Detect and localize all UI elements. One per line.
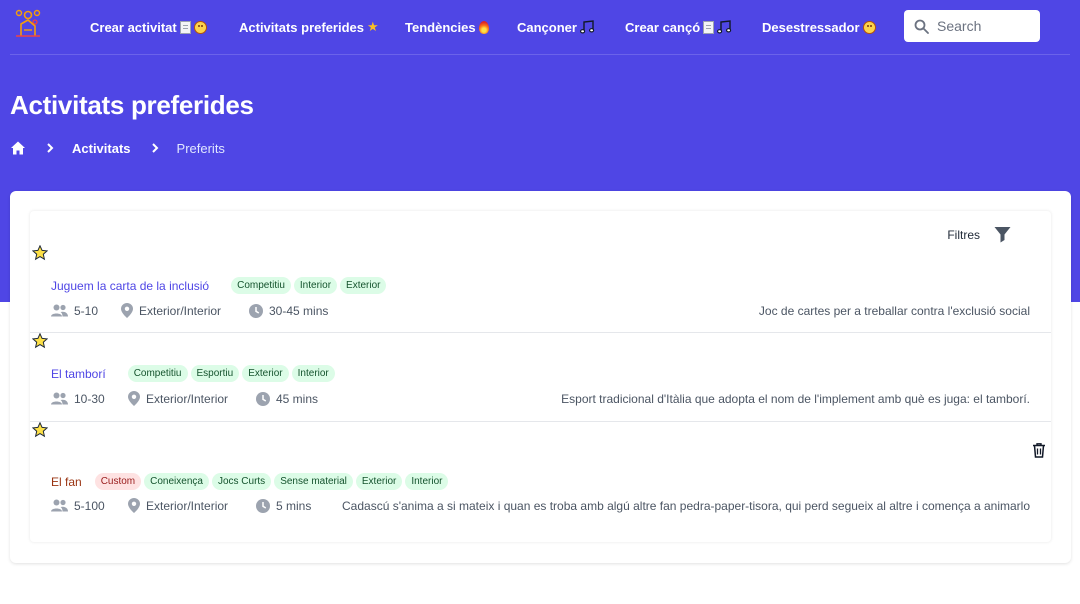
nav-desestressador[interactable]: Desestressador bbox=[762, 17, 876, 37]
chevron-right-icon bbox=[47, 143, 54, 153]
participants-value: 5-10 bbox=[74, 303, 99, 318]
participants-value: 5-100 bbox=[74, 498, 105, 513]
activity-title-line: Juguem la carta de la inclusió Competiti… bbox=[51, 277, 387, 294]
breadcrumb-preferits: Preferits bbox=[176, 140, 225, 156]
top-navbar: Crear activitat Activitats preferides ★ … bbox=[0, 0, 1080, 54]
music-notes-icon bbox=[579, 20, 595, 34]
search-input[interactable] bbox=[937, 18, 1027, 34]
nav-crear-activitat[interactable]: Crear activitat bbox=[90, 17, 207, 37]
star-icon: ★ bbox=[367, 19, 379, 34]
memo-icon bbox=[703, 20, 715, 34]
home-icon[interactable] bbox=[10, 140, 26, 156]
tag: Esportiu bbox=[190, 365, 240, 382]
activity-title-line: El fan Custom Coneixença Jocs Curts Sens… bbox=[51, 473, 449, 490]
activity-meta: 5-10 Exterior/Interior 30-45 mins Joc de… bbox=[51, 303, 1030, 318]
activity-title[interactable]: El fan bbox=[51, 475, 82, 489]
activity-description: Joc de cartes per a treballar contra l'e… bbox=[758, 303, 1030, 318]
search-box[interactable] bbox=[904, 10, 1040, 42]
duration-value: 5 mins bbox=[276, 498, 312, 513]
location: Exterior/Interior bbox=[121, 303, 249, 318]
tag: Jocs Curts bbox=[211, 473, 272, 490]
tag: Competitiu bbox=[231, 277, 291, 294]
participants-value: 10-30 bbox=[74, 391, 105, 406]
tag-custom: Custom bbox=[94, 473, 142, 490]
tired-face-icon bbox=[862, 20, 876, 34]
activity-description: Esport tradicional d'Itàlia que adopta e… bbox=[561, 391, 1030, 406]
location-value: Exterior/Interior bbox=[146, 498, 229, 513]
chevron-right-icon bbox=[151, 143, 158, 153]
smiley-icon bbox=[193, 20, 207, 34]
duration-value: 30-45 mins bbox=[269, 303, 329, 318]
tag: Competitiu bbox=[127, 365, 188, 382]
nav-activitats-preferides[interactable]: Activitats preferides ★ bbox=[239, 17, 379, 37]
people-icon bbox=[51, 499, 68, 512]
search-icon bbox=[914, 19, 929, 34]
duration: 30-45 mins bbox=[249, 303, 329, 318]
activity-meta: 5-100 Exterior/Interior 5 mins Cadascú s… bbox=[51, 498, 1030, 513]
nav-item-label: Activitats preferides bbox=[239, 19, 364, 35]
tag: Exterior bbox=[355, 473, 403, 490]
nav-divider bbox=[10, 54, 1070, 55]
favorite-star-icon[interactable] bbox=[32, 245, 48, 261]
nav-item-label: Tendències bbox=[405, 19, 476, 35]
tag: Interior bbox=[293, 277, 338, 294]
nav-tendencies[interactable]: Tendències bbox=[405, 17, 489, 37]
participants: 5-100 bbox=[51, 499, 128, 513]
nav-item-label: Crear activitat bbox=[90, 19, 177, 35]
location-value: Exterior/Interior bbox=[146, 391, 229, 406]
breadcrumb-activitats[interactable]: Activitats bbox=[72, 141, 131, 156]
location-value: Exterior/Interior bbox=[139, 303, 222, 318]
nav-item-label: Desestressador bbox=[762, 19, 860, 35]
page-title: Activitats preferides bbox=[10, 90, 254, 120]
participants: 5-10 bbox=[51, 304, 121, 318]
activity-row: Juguem la carta de la inclusió Competiti… bbox=[30, 211, 1051, 333]
activity-row: El tamborí Competitiu Esportiu Exterior … bbox=[30, 333, 1051, 422]
participants: 10-30 bbox=[51, 392, 128, 406]
tag: Exterior bbox=[340, 277, 387, 294]
location: Exterior/Interior bbox=[128, 498, 256, 513]
tag: Sense material bbox=[274, 473, 353, 490]
tag: Coneixença bbox=[144, 473, 209, 490]
people-icon bbox=[51, 392, 68, 405]
clock-icon bbox=[249, 303, 263, 318]
location-pin-icon bbox=[128, 498, 140, 513]
favorite-star-icon[interactable] bbox=[32, 333, 48, 349]
tag: Interior bbox=[405, 473, 449, 490]
duration-value: 45 mins bbox=[276, 391, 319, 406]
clock-icon bbox=[256, 391, 270, 406]
memo-icon bbox=[179, 20, 191, 34]
tag: Exterior bbox=[242, 365, 289, 382]
activities-list: Filtres Juguem la carta de la inclusió C… bbox=[30, 211, 1051, 542]
location-pin-icon bbox=[121, 303, 133, 318]
duration: 5 mins bbox=[256, 498, 334, 513]
nav-crear-canco[interactable]: Crear cançó bbox=[625, 17, 732, 37]
clock-icon bbox=[256, 498, 270, 513]
activity-title[interactable]: Juguem la carta de la inclusió bbox=[51, 279, 209, 293]
location: Exterior/Interior bbox=[128, 391, 256, 406]
activity-row: El fan Custom Coneixença Jocs Curts Sens… bbox=[30, 422, 1051, 542]
content-panel: Filtres Juguem la carta de la inclusió C… bbox=[10, 191, 1071, 563]
nav-canconer[interactable]: Cançoner bbox=[517, 17, 595, 37]
music-notes-icon bbox=[717, 20, 732, 34]
breadcrumb: Activitats Preferits bbox=[10, 139, 225, 157]
app-logo-icon[interactable] bbox=[12, 6, 44, 40]
nav-item-label: Crear cançó bbox=[625, 19, 701, 35]
activity-meta: 10-30 Exterior/Interior 45 mins Esport t… bbox=[51, 391, 1030, 406]
activity-title[interactable]: El tamborí bbox=[51, 367, 106, 381]
fire-icon bbox=[478, 20, 489, 34]
duration: 45 mins bbox=[256, 391, 319, 406]
location-pin-icon bbox=[128, 391, 140, 406]
people-icon bbox=[51, 304, 68, 317]
favorite-star-icon[interactable] bbox=[32, 422, 48, 438]
trash-icon[interactable] bbox=[1031, 442, 1047, 458]
activity-title-line: El tamborí Competitiu Esportiu Exterior … bbox=[51, 365, 335, 382]
nav-item-label: Cançoner bbox=[517, 19, 577, 35]
tag: Interior bbox=[291, 365, 335, 382]
activity-description: Cadascú s'anima a si mateix i quan es tr… bbox=[342, 498, 1030, 513]
